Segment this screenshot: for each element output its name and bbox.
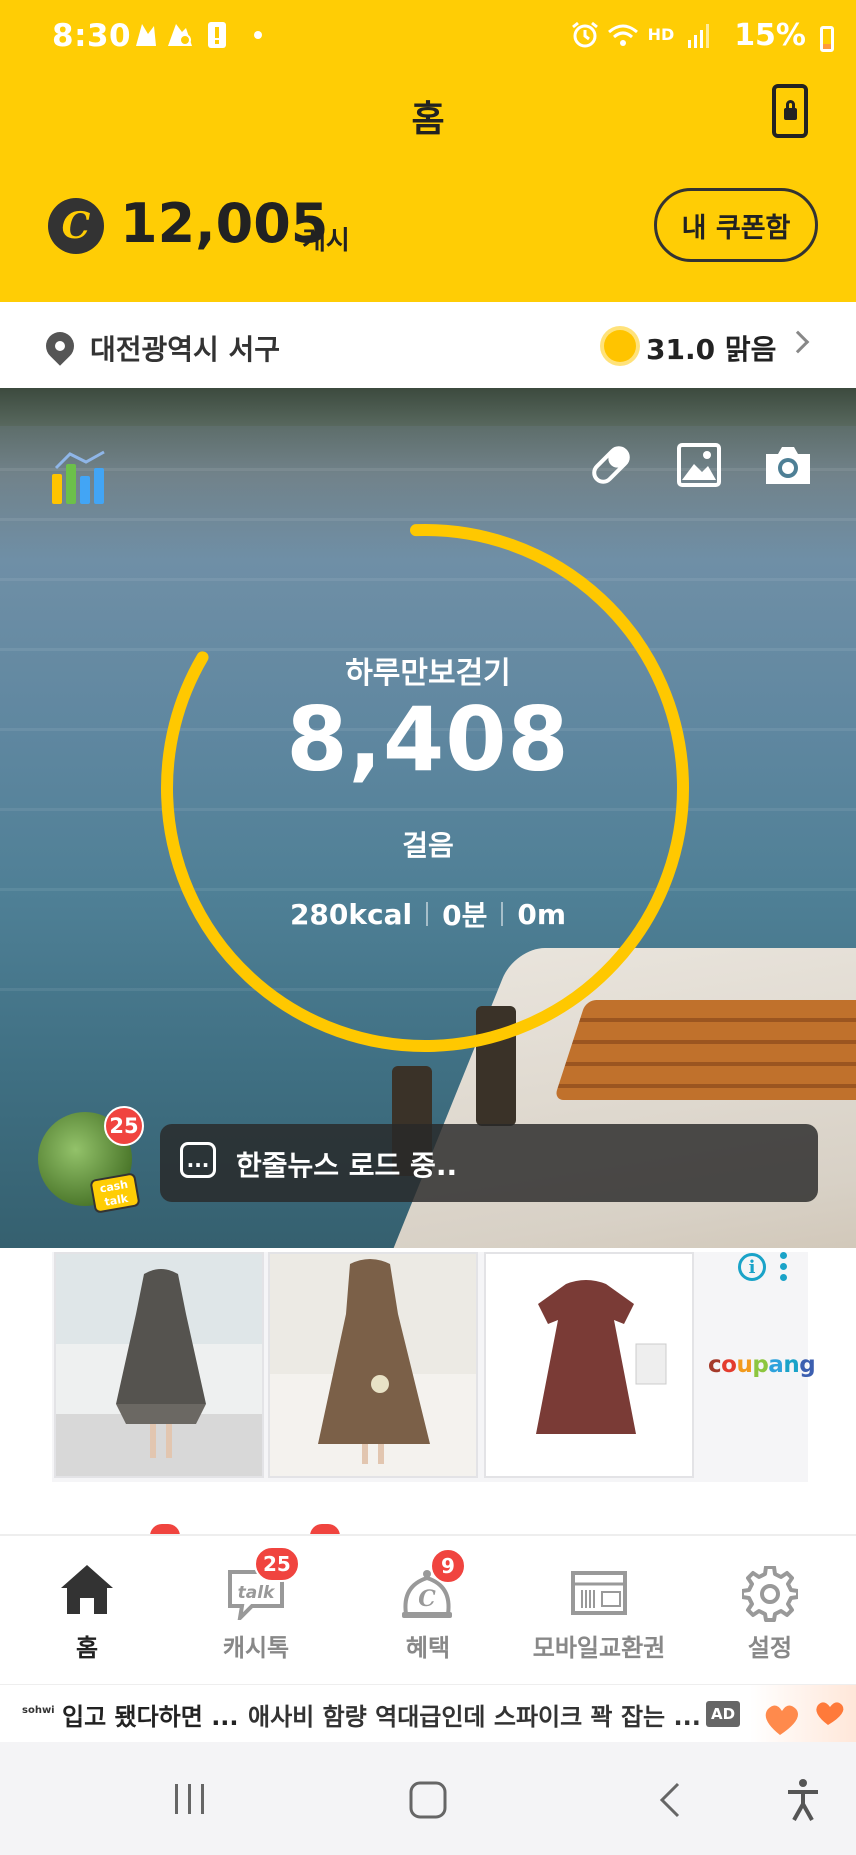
nav-badge: 9 xyxy=(430,1548,466,1584)
ad-more-icon[interactable] xyxy=(780,1252,788,1282)
steps-count[interactable]: 8,408 xyxy=(0,688,856,791)
signal-icon xyxy=(684,20,714,50)
ad-description: 애사비 함량 역대급인데 스파이크 꽉 잡는 ... xyxy=(248,1703,701,1731)
nav-cashtalk[interactable]: talk 25 캐시톡 xyxy=(196,1536,316,1686)
bottom-ad-banner[interactable]: sohwi 입고 됐다하면 ... 애사비 함량 역대급인데 스파이크 꽉 잡는… xyxy=(0,1684,856,1743)
sun-icon xyxy=(604,330,636,362)
cashtalk-tag-line2: talk xyxy=(103,1191,130,1209)
nav-badge: 25 xyxy=(254,1546,300,1582)
cash-unit: 캐시 xyxy=(302,226,350,256)
bottom-nav: 홈 talk 25 캐시톡 C 9 혜택 모바일교환권 설정 xyxy=(0,1534,856,1684)
walk-stats: 280kcal 0분 0m xyxy=(0,894,856,934)
distance-value: 0m xyxy=(517,897,567,931)
nav-settings[interactable]: 설정 xyxy=(718,1536,822,1686)
camera-icon[interactable] xyxy=(762,440,814,490)
kcal-value: 280kcal xyxy=(289,897,413,931)
ad-label: AD xyxy=(706,1701,740,1727)
pill-icon[interactable] xyxy=(586,440,636,490)
nav-label-home: 홈 xyxy=(75,1634,99,1662)
nav-voucher[interactable]: 모바일교환권 xyxy=(526,1536,672,1686)
status-bar: 8:30 HD 15% xyxy=(0,0,856,64)
minutes-value: 0분 xyxy=(442,899,488,932)
nav-label-voucher: 모바일교환권 xyxy=(532,1634,666,1662)
ad-info-icon[interactable]: i xyxy=(738,1253,766,1281)
my-coupon-button[interactable]: 내 쿠폰함 xyxy=(654,188,818,262)
hd-voice-icon: HD xyxy=(644,20,678,50)
ad-product-3[interactable] xyxy=(484,1252,694,1478)
ad-product-2[interactable] xyxy=(268,1252,478,1478)
gear-icon xyxy=(742,1566,798,1622)
back-icon[interactable] xyxy=(654,1780,684,1820)
divider xyxy=(501,902,504,926)
location-pin-icon xyxy=(40,326,80,366)
home-system-icon[interactable] xyxy=(408,1780,448,1820)
cash-amount[interactable]: 12,005 xyxy=(120,192,328,255)
phone-lock-icon[interactable] xyxy=(772,84,808,138)
steps-label: 하루만보걷기 xyxy=(345,656,511,691)
svg-text:C: C xyxy=(418,1586,436,1612)
pedometer-hero: 하루만보걷기 8,408 걸음 280kcal 0분 0m cash talk … xyxy=(0,388,856,1248)
notification-icon xyxy=(132,20,160,50)
gallery-icon[interactable] xyxy=(676,440,722,490)
cashtalk-tag: cash talk xyxy=(89,1172,141,1214)
alarm-icon xyxy=(570,20,600,50)
status-time: 8:30 xyxy=(52,18,132,54)
battery-percent: 15% xyxy=(734,18,806,53)
battery-icon xyxy=(820,26,834,52)
partial-content-row xyxy=(0,1486,856,1538)
page-title: 홈 xyxy=(411,99,445,140)
wifi-icon xyxy=(606,20,640,50)
dot-icon xyxy=(252,20,264,50)
system-navigation-bar xyxy=(0,1742,856,1855)
nav-benefit[interactable]: C 9 혜택 xyxy=(378,1536,478,1686)
battery-alert-icon xyxy=(206,20,228,50)
ad-product-1[interactable] xyxy=(54,1252,264,1478)
notification-badge: 25 xyxy=(104,1106,144,1146)
nav-label-settings: 설정 xyxy=(747,1634,793,1662)
advertiser-logo: sohwi xyxy=(22,1705,55,1716)
location-text: 대전광역시 서구 xyxy=(90,333,281,366)
cash-coin-icon: C xyxy=(48,198,104,254)
home-icon xyxy=(61,1565,113,1614)
chevron-right-icon xyxy=(786,330,810,354)
recent-apps-icon[interactable] xyxy=(172,1782,208,1816)
stats-chart-icon[interactable] xyxy=(52,448,108,504)
divider xyxy=(426,902,429,926)
more-icon: ... xyxy=(180,1142,216,1178)
nav-label-benefit: 혜택 xyxy=(405,1634,451,1662)
ad-image xyxy=(750,1685,856,1743)
talk-icon-word: talk xyxy=(238,1583,276,1603)
news-text: 한줄뉴스 로드 중.. xyxy=(236,1149,458,1182)
nav-home[interactable]: 홈 xyxy=(32,1536,142,1686)
steps-unit: 걸음 xyxy=(402,829,454,862)
shore-background xyxy=(0,388,856,426)
voucher-icon xyxy=(571,1571,627,1615)
header-area: 8:30 HD 15% 홈 C 12,005 캐시 내 쿠폰함 xyxy=(0,0,856,302)
hd-text: HD xyxy=(647,25,675,44)
weather-text[interactable]: 31.0 맑음 xyxy=(646,328,776,368)
accessibility-icon[interactable] xyxy=(786,1778,820,1822)
notification-icon xyxy=(166,20,194,50)
news-ticker[interactable]: ... 한줄뉴스 로드 중.. xyxy=(160,1124,818,1202)
coupang-logo[interactable]: coupang xyxy=(708,1352,816,1378)
nav-label-cashtalk: 캐시톡 xyxy=(222,1634,290,1662)
ad-title: 입고 됐다하면 ... xyxy=(62,1703,239,1731)
app-root: 8:30 HD 15% 홈 C 12,005 캐시 내 쿠폰함 대전광역시 서구… xyxy=(0,0,856,1855)
